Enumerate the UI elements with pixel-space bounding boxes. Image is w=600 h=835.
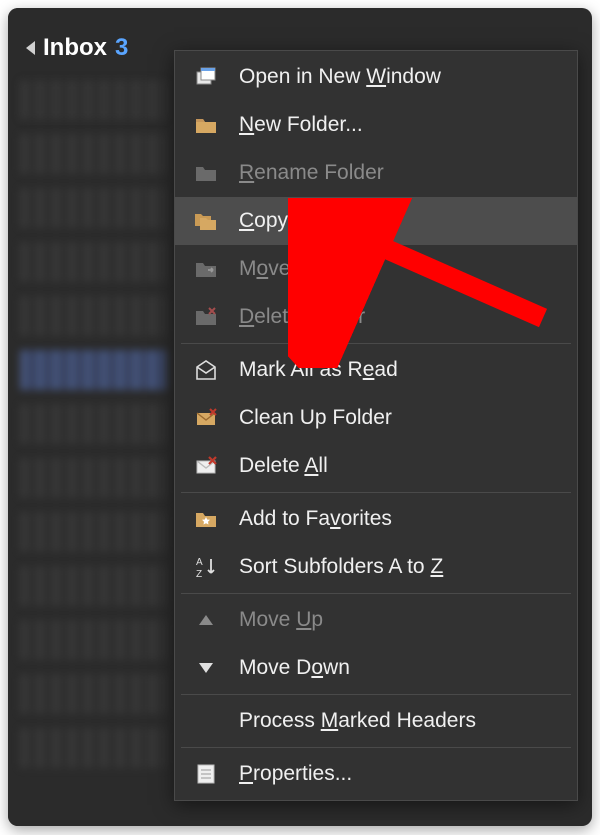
app-frame: Inbox 3 Open in New Window: [8, 8, 592, 826]
menu-sort-az[interactable]: AZ Sort Subfolders A to Z: [175, 543, 577, 591]
list-item[interactable]: [20, 134, 166, 174]
svg-text:A: A: [196, 557, 203, 568]
menu-rename-folder: Rename Folder: [175, 149, 577, 197]
menu-label: Properties...: [239, 762, 352, 786]
inbox-folder-row[interactable]: Inbox 3: [8, 28, 178, 74]
expand-triangle-icon[interactable]: [26, 41, 35, 55]
menu-label: Delete Folder: [239, 305, 365, 329]
menu-separator: [181, 343, 571, 344]
menu-move-folder: Move Folder: [175, 245, 577, 293]
list-item[interactable]: [20, 350, 166, 390]
menu-move-up: Move Up: [175, 596, 577, 644]
menu-separator: [181, 492, 571, 493]
menu-delete-folder: Delete Folder: [175, 293, 577, 341]
menu-label: Add to Favorites: [239, 507, 392, 531]
envelope-clean-icon: [193, 405, 219, 431]
list-item[interactable]: [20, 458, 166, 498]
menu-label: Process Marked Headers: [239, 709, 476, 733]
folder-move-icon: [193, 256, 219, 282]
sort-az-icon: AZ: [193, 554, 219, 580]
list-item[interactable]: [20, 566, 166, 606]
list-item[interactable]: [20, 188, 166, 228]
menu-label: Move Down: [239, 656, 350, 680]
svg-text:Z: Z: [196, 569, 202, 579]
menu-mark-all-read[interactable]: Mark All as Read: [175, 346, 577, 394]
menu-process-marked-headers[interactable]: Process Marked Headers: [175, 697, 577, 745]
triangle-up-icon: [193, 607, 219, 633]
folder-rename-icon: [193, 160, 219, 186]
list-item[interactable]: [20, 296, 166, 336]
menu-clean-up-folder[interactable]: Clean Up Folder: [175, 394, 577, 442]
menu-label: Move Up: [239, 608, 323, 632]
list-item[interactable]: [20, 674, 166, 714]
list-item[interactable]: [20, 728, 166, 768]
triangle-down-icon: [193, 655, 219, 681]
menu-delete-all[interactable]: Delete All: [175, 442, 577, 490]
menu-label: Move Folder: [239, 257, 356, 281]
list-item[interactable]: [20, 242, 166, 282]
list-item[interactable]: [20, 404, 166, 444]
menu-label: Mark All as Read: [239, 358, 398, 382]
menu-label: Sort Subfolders A to Z: [239, 555, 443, 579]
envelope-delete-icon: [193, 453, 219, 479]
menu-properties[interactable]: Properties...: [175, 750, 577, 798]
menu-label: Rename Folder: [239, 161, 384, 185]
folder-context-menu: Open in New Window New Folder... Rename …: [174, 50, 578, 801]
menu-separator: [181, 694, 571, 695]
folder-copy-icon: [193, 208, 219, 234]
envelope-open-icon: [193, 357, 219, 383]
menu-label: Clean Up Folder: [239, 406, 392, 430]
folder-icon: [193, 112, 219, 138]
blank-icon: [193, 708, 219, 734]
menu-open-new-window[interactable]: Open in New Window: [175, 53, 577, 101]
menu-label: New Folder...: [239, 113, 363, 137]
inbox-label: Inbox: [43, 34, 107, 62]
menu-move-down[interactable]: Move Down: [175, 644, 577, 692]
menu-label: Delete All: [239, 454, 328, 478]
unread-count-badge: 3: [115, 34, 128, 62]
properties-icon: [193, 761, 219, 787]
menu-separator: [181, 593, 571, 594]
menu-new-folder[interactable]: New Folder...: [175, 101, 577, 149]
menu-separator: [181, 747, 571, 748]
list-item[interactable]: [20, 512, 166, 552]
new-window-icon: [193, 64, 219, 90]
folder-star-icon: [193, 506, 219, 532]
menu-label: Open in New Window: [239, 65, 441, 89]
folder-sidebar: Inbox 3: [8, 8, 178, 826]
menu-copy-folder[interactable]: Copy Folder: [175, 197, 577, 245]
menu-label: Copy Folder: [239, 209, 353, 233]
list-item[interactable]: [20, 80, 166, 120]
list-item[interactable]: [20, 620, 166, 660]
folder-delete-icon: [193, 304, 219, 330]
menu-add-favorites[interactable]: Add to Favorites: [175, 495, 577, 543]
subfolder-list: [8, 74, 178, 768]
